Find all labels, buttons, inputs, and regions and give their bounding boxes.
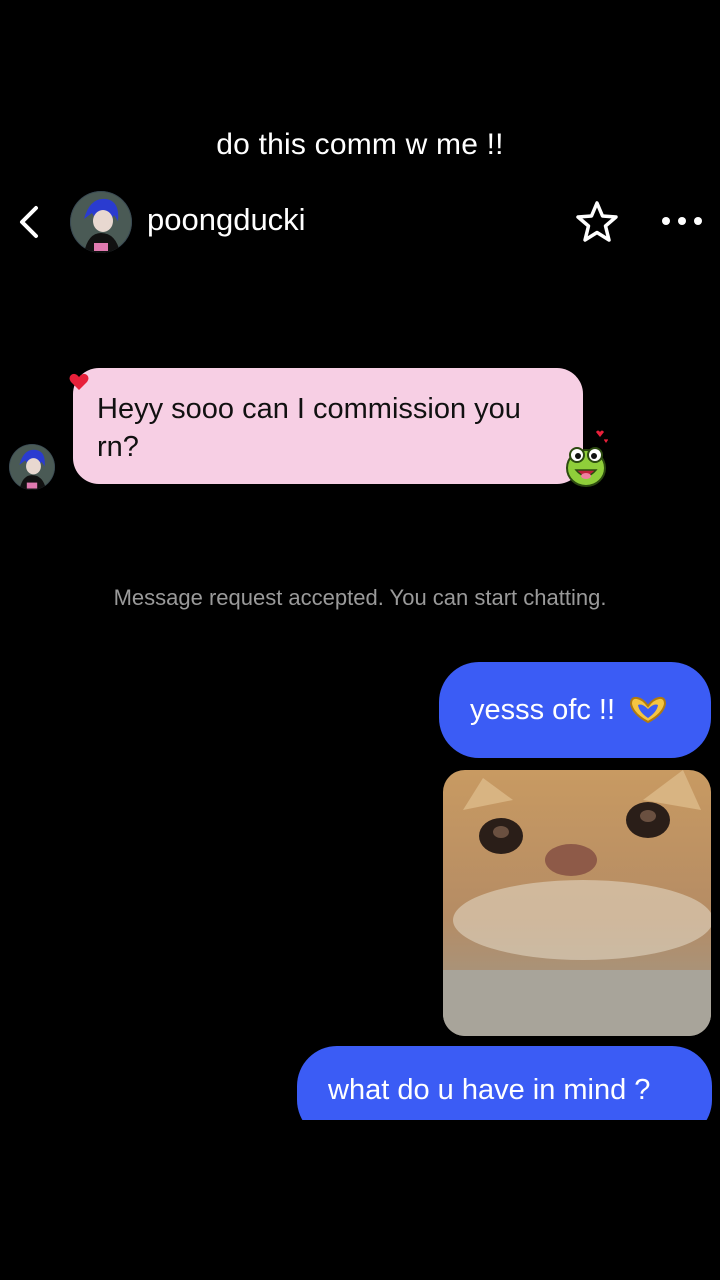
avatar[interactable] <box>70 191 132 253</box>
favorite-button[interactable] <box>574 199 620 245</box>
more-options-button[interactable] <box>660 206 704 236</box>
sender-avatar[interactable] <box>9 444 55 490</box>
outgoing-message-text: yesss ofc !! <box>470 693 616 726</box>
frog-sticker <box>566 430 608 487</box>
chevron-left-icon <box>20 206 38 238</box>
back-button[interactable] <box>12 202 46 242</box>
video-caption: do this comm w me !! <box>216 128 504 161</box>
system-message: Message request accepted. You can start … <box>113 585 607 610</box>
outgoing-message-bubble[interactable]: yesss ofc !! <box>439 662 711 758</box>
incoming-message-text: Heyy sooo can I commission you rn? <box>97 393 521 463</box>
chat-header: poongducki <box>0 180 720 264</box>
heart-icon <box>69 373 89 390</box>
outgoing-message-text: what do u have in mind ? <box>328 1074 651 1106</box>
heart-hands-emoji <box>630 696 667 724</box>
bottom-area <box>0 1120 720 1280</box>
username[interactable]: poongducki <box>147 202 306 238</box>
cat-image[interactable] <box>443 770 711 1036</box>
star-outline-icon <box>576 201 618 242</box>
incoming-message-bubble[interactable]: Heyy sooo can I commission you rn? <box>73 368 583 484</box>
more-horizontal-icon <box>662 217 702 225</box>
